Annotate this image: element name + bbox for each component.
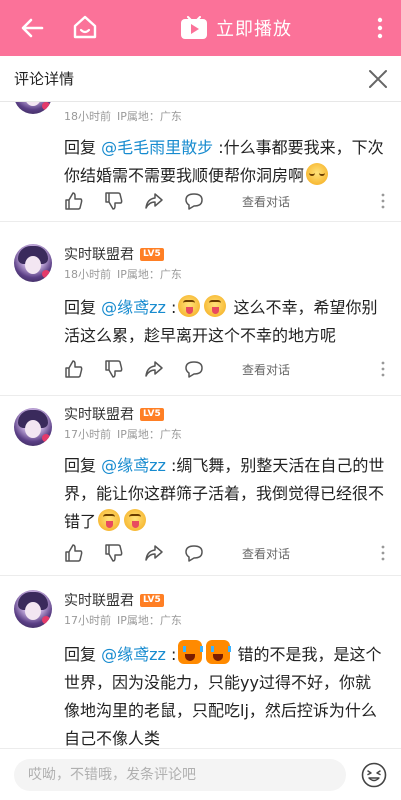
reply-prefix: 回复 xyxy=(64,645,102,664)
comment-ip: IP属地：广东 xyxy=(117,268,182,281)
level-badge: LV5 xyxy=(140,407,164,421)
avatar[interactable] xyxy=(14,590,52,628)
username-label: 实时联盟君 xyxy=(64,407,134,423)
username-label: 实时联盟君 xyxy=(64,593,134,609)
crying-emoji-icon xyxy=(206,640,232,664)
dislike-icon[interactable] xyxy=(104,543,124,563)
avatar[interactable] xyxy=(14,408,52,446)
flushed-emoji-icon xyxy=(306,163,329,185)
comment-meta: 18小时前 IP属地：广东 xyxy=(64,266,182,282)
play-now-button[interactable]: 立即播放 xyxy=(180,13,292,43)
comment-ip: IP属地：广东 xyxy=(117,110,182,123)
comment-meta: 17小时前 IP属地：广东 xyxy=(64,426,182,442)
level-badge: LV5 xyxy=(140,247,164,261)
top-bar: 立即播放 xyxy=(0,0,401,56)
comment-username[interactable]: 实时联盟君 LV5 xyxy=(64,244,164,264)
mention-link[interactable]: @缘鸢zz xyxy=(101,298,166,317)
reply-prefix: 回复 xyxy=(64,298,102,317)
comment-ip: IP属地：广东 xyxy=(117,614,182,627)
comment-time: 18小时前 xyxy=(64,110,111,123)
tongue-emoji-icon xyxy=(98,509,121,531)
tv-play-icon xyxy=(181,16,207,39)
tongue-emoji-icon xyxy=(178,295,201,317)
mention-link[interactable]: @缘鸢zz xyxy=(101,645,166,664)
comment-input[interactable] xyxy=(14,759,346,791)
back-arrow-icon[interactable] xyxy=(18,14,46,42)
crying-emoji-icon xyxy=(178,640,204,664)
mention-link[interactable]: @毛毛雨里散步 xyxy=(101,138,213,157)
reply-bubble-icon[interactable] xyxy=(184,359,204,379)
level-badge: LV5 xyxy=(140,593,164,607)
username-label: 实时联盟君 xyxy=(64,247,134,263)
share-icon[interactable] xyxy=(144,543,164,563)
emoji-picker-icon[interactable] xyxy=(361,762,387,788)
comment-separator: : xyxy=(165,298,177,317)
tongue-emoji-icon xyxy=(204,295,227,317)
comment-meta: 18小时前 IP属地：广东 xyxy=(64,108,182,124)
panel-title: 评论详情 xyxy=(14,70,75,88)
comment-username[interactable]: 实时联盟君 LV5 xyxy=(64,590,164,610)
reply-prefix: 回复 xyxy=(64,138,102,157)
comment-input-bar xyxy=(0,748,401,800)
tongue-emoji-icon xyxy=(124,509,147,531)
comment-detail-header: 评论详情 xyxy=(0,56,401,102)
home-icon[interactable] xyxy=(70,12,100,42)
like-icon[interactable] xyxy=(64,543,84,563)
view-conversation-link[interactable]: 查看对话 xyxy=(242,361,290,378)
comment-ip: IP属地：广东 xyxy=(117,428,182,441)
view-conversation-link[interactable]: 查看对话 xyxy=(242,545,290,562)
dislike-icon[interactable] xyxy=(104,191,124,211)
more-vertical-icon[interactable] xyxy=(375,14,385,42)
comment-time: 17小时前 xyxy=(64,428,111,441)
reply-bubble-icon[interactable] xyxy=(184,191,204,211)
comment-actions: 查看对话 xyxy=(64,358,386,380)
comment-more-icon[interactable] xyxy=(380,360,386,378)
avatar[interactable] xyxy=(14,102,52,114)
view-conversation-link[interactable]: 查看对话 xyxy=(242,193,290,210)
like-icon[interactable] xyxy=(64,359,84,379)
comment-text: 回复 @缘鸢zz : 这么不幸，希望你别活这么累，趁早离开这个不幸的地方呢 xyxy=(64,294,386,350)
reply-bubble-icon[interactable] xyxy=(184,543,204,563)
avatar[interactable] xyxy=(14,244,52,282)
comment-item: 实时联盟君 LV5 18小时前 IP属地：广东 回复 @缘鸢zz : 这么不幸，希望… xyxy=(0,232,401,396)
close-icon[interactable] xyxy=(367,68,389,90)
comment-time: 17小时前 xyxy=(64,614,111,627)
play-now-label: 立即播放 xyxy=(216,19,292,40)
like-icon[interactable] xyxy=(64,191,84,211)
mention-link[interactable]: @缘鸢zz xyxy=(101,456,166,475)
comment-more-icon[interactable] xyxy=(380,544,386,562)
share-icon[interactable] xyxy=(144,359,164,379)
comment-separator: : xyxy=(165,645,177,664)
comment-item: 18小时前 IP属地：广东 回复 @毛毛雨里散步 :什么事都要我来，下次你结婚需不… xyxy=(0,102,401,222)
share-icon[interactable] xyxy=(144,191,164,211)
comment-text: 回复 @缘鸢zz :绸飞舞，别整天活在自己的世界，能让你这群筛子活着，我倒觉得已… xyxy=(64,452,386,536)
comment-more-icon[interactable] xyxy=(380,192,386,210)
comment-item: 实时联盟君 LV5 17小时前 IP属地：广东 回复 @缘鸢zz : 错的不是我，是… xyxy=(0,576,401,748)
comment-actions: 查看对话 xyxy=(64,542,386,564)
comment-list[interactable]: 18小时前 IP属地：广东 回复 @毛毛雨里散步 :什么事都要我来，下次你结婚需不… xyxy=(0,102,401,748)
comment-item: 实时联盟君 LV5 17小时前 IP属地：广东 回复 @缘鸢zz :绸飞舞，别整天活… xyxy=(0,396,401,576)
dislike-icon[interactable] xyxy=(104,359,124,379)
comment-text: 回复 @毛毛雨里散步 :什么事都要我来，下次你结婚需不需要我顺便帮你洞房啊 xyxy=(64,134,386,190)
comment-text: 回复 @缘鸢zz : 错的不是我，是这个世界，因为没能力，只能yy过得不好，你就… xyxy=(64,640,386,748)
reply-prefix: 回复 xyxy=(64,456,102,475)
comment-meta: 17小时前 IP属地：广东 xyxy=(64,612,182,628)
comment-username[interactable]: 实时联盟君 LV5 xyxy=(64,404,164,424)
comment-time: 18小时前 xyxy=(64,268,111,281)
comment-actions: 查看对话 xyxy=(64,190,386,212)
